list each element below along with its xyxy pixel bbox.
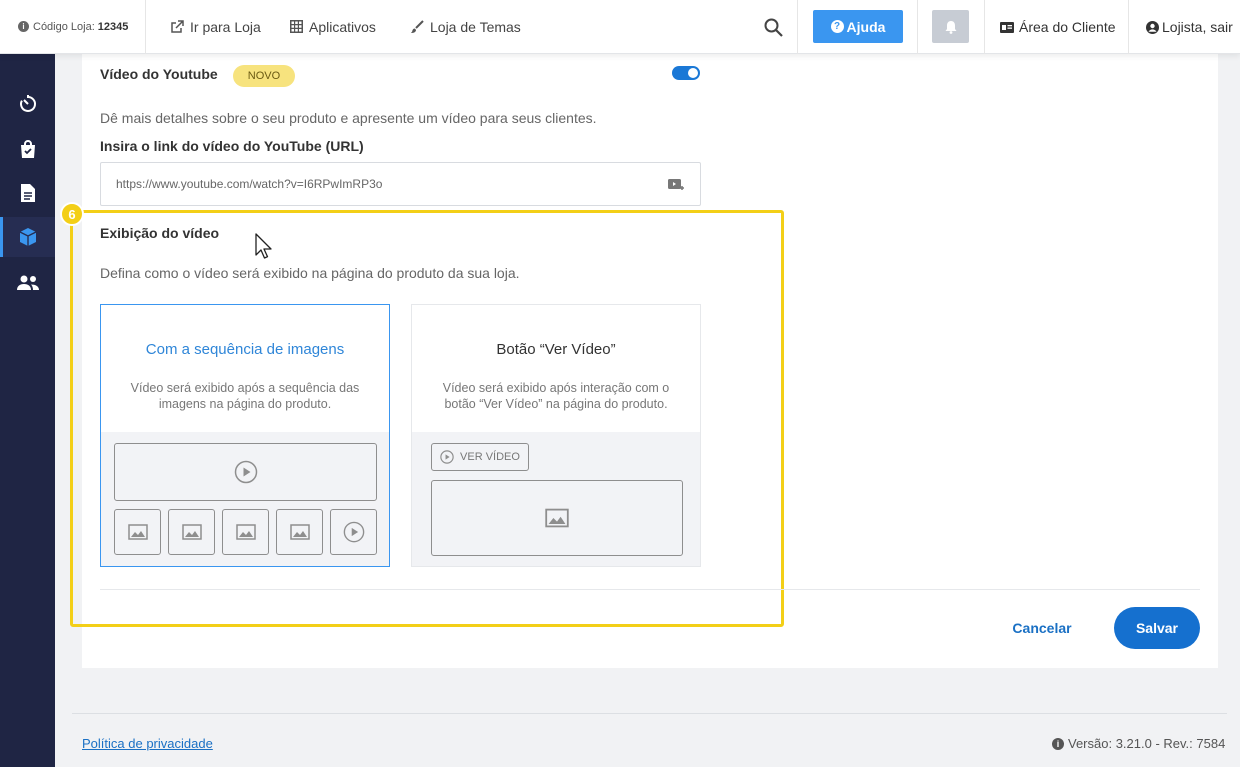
info-icon: i	[18, 21, 29, 32]
shopping-bag-icon	[20, 140, 35, 158]
document-icon	[20, 184, 35, 202]
preview-thumbnail	[168, 509, 215, 555]
cube-icon	[19, 228, 36, 246]
divider	[984, 0, 985, 54]
preview-thumbnail	[222, 509, 269, 555]
sidebar	[0, 54, 55, 767]
client-area-label: Área do Cliente	[1019, 19, 1116, 35]
image-icon	[181, 524, 202, 540]
version-text: Versão: 3.21.0 - Rev.: 7584	[1068, 736, 1226, 751]
theme-store-link[interactable]: Loja de Temas	[410, 0, 521, 54]
user-logout-link[interactable]: Lojista, sair	[1146, 0, 1233, 54]
youtube-url-input[interactable]	[100, 162, 701, 206]
preview-thumbnail	[276, 509, 323, 555]
user-circle-icon	[1146, 20, 1159, 34]
youtube-url-label: Insira o link do vídeo do YouTube (URL)	[100, 138, 364, 154]
option-description: Vídeo será exibido após a sequência das …	[130, 381, 360, 411]
divider	[917, 0, 918, 54]
store-code-value: 12345	[97, 20, 129, 33]
question-icon: ?	[830, 20, 844, 33]
sidebar-item-customers[interactable]	[0, 263, 55, 303]
user-label: Lojista, sair	[1162, 19, 1233, 35]
actions-divider	[100, 589, 1200, 590]
watch-video-label: VER VÍDEO	[460, 451, 520, 463]
sidebar-item-products[interactable]	[0, 217, 55, 257]
add-video-icon	[668, 179, 684, 190]
top-bar: i Código Loja: 12345 Ir para Loja Aplica…	[0, 0, 1240, 54]
help-label: Ajuda	[846, 18, 886, 35]
preview-video-thumbnail	[330, 509, 377, 555]
option-title: Botão “Ver Vídeo”	[496, 341, 616, 358]
save-button[interactable]: Salvar	[1114, 607, 1200, 649]
apps-link[interactable]: Aplicativos	[290, 0, 376, 54]
display-option-watch-button[interactable]: Botão “Ver Vídeo” Vídeo será exibido apó…	[411, 304, 701, 567]
preview-image-box	[431, 480, 683, 556]
new-badge: NOVO	[233, 65, 295, 87]
apps-label: Aplicativos	[309, 18, 376, 35]
bell-icon	[945, 20, 956, 34]
info-icon: i	[1052, 737, 1064, 750]
option-preview	[101, 432, 389, 566]
notifications-button[interactable]	[932, 10, 969, 43]
play-icon	[440, 450, 454, 464]
id-card-icon	[1000, 21, 1014, 33]
display-option-image-sequence[interactable]: Com a sequência de imagens Vídeo será ex…	[100, 304, 390, 567]
play-icon	[343, 521, 364, 543]
paintbrush-icon	[411, 19, 424, 33]
youtube-video-description: Dê mais detalhes sobre o seu produto e a…	[100, 110, 597, 126]
play-icon	[234, 460, 257, 484]
grid-icon	[290, 20, 303, 33]
timer-icon	[19, 95, 36, 112]
option-description: Vídeo será exibido após interação com o …	[442, 381, 670, 411]
preview-thumbnail	[114, 509, 161, 555]
cancel-button[interactable]: Cancelar	[1000, 614, 1084, 642]
external-link-icon	[171, 19, 184, 33]
youtube-video-title: Vídeo do Youtube	[100, 66, 218, 82]
image-icon	[289, 524, 310, 540]
youtube-video-toggle[interactable]	[672, 66, 700, 80]
sidebar-item-content[interactable]	[0, 173, 55, 213]
store-code: i Código Loja: 12345	[0, 0, 146, 54]
theme-store-label: Loja de Temas	[430, 18, 521, 35]
sidebar-item-orders[interactable]	[0, 129, 55, 169]
preview-video-box	[114, 443, 377, 501]
go-to-store-label: Ir para Loja	[190, 18, 261, 35]
store-code-label: Código Loja:	[33, 20, 95, 33]
video-display-title: Exibição do vídeo	[100, 225, 220, 241]
sidebar-item-dashboard[interactable]	[0, 84, 55, 124]
mouse-cursor-icon	[255, 233, 272, 259]
option-preview: VER VÍDEO	[412, 432, 700, 566]
search-button[interactable]	[750, 0, 798, 54]
client-area-link[interactable]: Área do Cliente	[1000, 0, 1116, 54]
users-icon	[16, 275, 39, 290]
image-icon	[127, 524, 148, 540]
footer-divider	[72, 713, 1227, 714]
video-display-description: Defina como o vídeo será exibido na pági…	[100, 265, 520, 281]
image-icon	[545, 508, 569, 528]
search-icon	[764, 18, 783, 37]
option-title: Com a sequência de imagens	[145, 341, 345, 358]
preview-watch-video-button: VER VÍDEO	[431, 443, 529, 471]
go-to-store-link[interactable]: Ir para Loja	[170, 0, 261, 54]
step-number-badge: 6	[60, 202, 84, 226]
help-button[interactable]: ? Ajuda	[813, 10, 903, 43]
version-info: i Versão: 3.21.0 - Rev.: 7584	[1052, 736, 1225, 751]
toggle-knob	[688, 68, 698, 78]
privacy-policy-link[interactable]: Política de privacidade	[82, 736, 213, 751]
image-icon	[235, 524, 256, 540]
divider	[1128, 0, 1129, 54]
